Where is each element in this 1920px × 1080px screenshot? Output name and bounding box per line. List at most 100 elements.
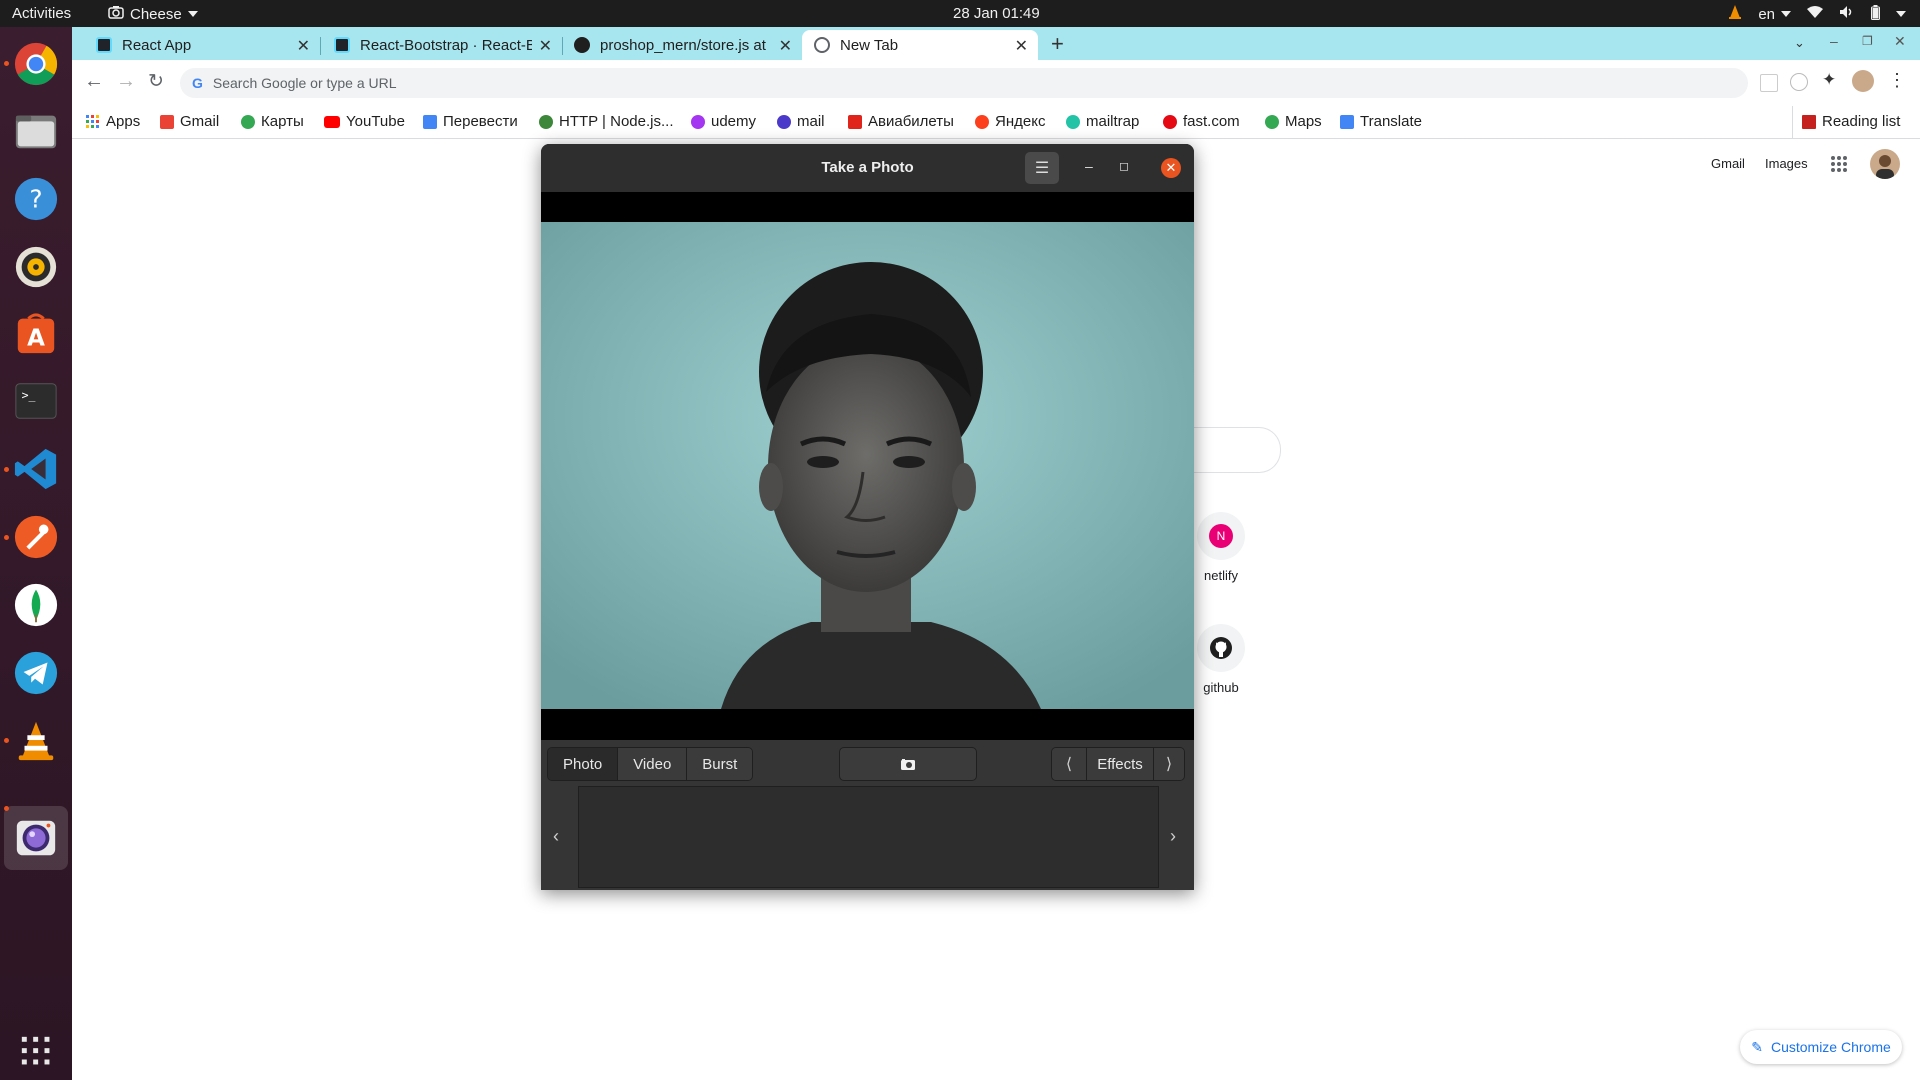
clock[interactable]: 28 Jan 01:49 bbox=[953, 5, 1040, 22]
bookmark-label: Карты bbox=[261, 113, 304, 130]
bookmark-translate[interactable]: Translate bbox=[1340, 113, 1422, 130]
take-photo-button[interactable] bbox=[839, 747, 977, 781]
effects-prev-icon[interactable]: ⟨ bbox=[1052, 748, 1087, 780]
help-icon[interactable]: ? bbox=[12, 175, 60, 223]
thumbnail-area[interactable] bbox=[578, 786, 1159, 888]
tab-search-chevron-icon[interactable]: ⌄ bbox=[1794, 35, 1805, 51]
vlc-tray-icon[interactable] bbox=[1728, 4, 1742, 24]
bookmark-label: mailtrap bbox=[1086, 113, 1140, 130]
extension-icon[interactable] bbox=[1790, 73, 1808, 91]
system-tray[interactable]: en bbox=[1728, 4, 1906, 24]
running-indicator bbox=[4, 467, 9, 472]
bookmark-perevesti[interactable]: Перевести bbox=[423, 113, 518, 130]
cheese-action-bar: Photo Video Burst ⟨ Effects ⟩ bbox=[541, 740, 1194, 786]
minimize-icon[interactable]: – bbox=[1085, 158, 1093, 174]
back-icon[interactable]: ← bbox=[84, 70, 104, 93]
postman-icon[interactable] bbox=[12, 513, 60, 561]
bookmark-nodejs[interactable]: HTTP | Node.js... bbox=[539, 113, 674, 130]
keyboard-layout[interactable]: en bbox=[1758, 6, 1791, 23]
close-icon[interactable]: ✕ bbox=[1161, 158, 1181, 178]
tab-title: proshop_mern/store.js at bbox=[600, 36, 766, 54]
close-icon[interactable]: ✕ bbox=[539, 36, 552, 56]
mode-burst-button[interactable]: Burst bbox=[687, 748, 753, 780]
bookmark-label: Авиабилеты bbox=[868, 113, 954, 130]
images-link[interactable]: Images bbox=[1765, 156, 1808, 171]
tab-react-app[interactable]: React App ✕ bbox=[84, 30, 320, 60]
profile-avatar[interactable] bbox=[1852, 70, 1874, 92]
thumbnail-strip: ‹ › bbox=[541, 786, 1194, 890]
cheese-icon[interactable] bbox=[12, 814, 60, 862]
bookmark-apps[interactable]: Apps bbox=[86, 113, 140, 130]
bookmark-udemy[interactable]: udemy bbox=[691, 113, 756, 130]
new-tab-plus-icon[interactable]: + bbox=[1051, 31, 1064, 57]
bookmark-mail[interactable]: mail bbox=[777, 113, 825, 130]
bookmark-karty[interactable]: Карты bbox=[241, 113, 304, 130]
bookmark-yandex[interactable]: Яндекс bbox=[975, 113, 1045, 130]
app-menu[interactable]: Cheese bbox=[108, 5, 198, 23]
effects-next-icon[interactable]: ⟩ bbox=[1154, 748, 1184, 780]
bookmark-fastcom[interactable]: fast.com bbox=[1163, 113, 1240, 130]
wifi-icon bbox=[1807, 5, 1823, 23]
bookmark-gmail[interactable]: Gmail bbox=[160, 113, 219, 130]
extension-icon[interactable] bbox=[1760, 74, 1778, 92]
effects-button[interactable]: Effects bbox=[1087, 748, 1154, 780]
omnibox[interactable]: G Search Google or type a URL bbox=[180, 68, 1748, 98]
menu-kebab-icon[interactable]: ⋮ bbox=[1888, 70, 1906, 91]
files-icon[interactable] bbox=[12, 107, 60, 155]
app-menu-label: Cheese bbox=[130, 5, 182, 23]
chevron-left-icon[interactable]: ‹ bbox=[553, 826, 559, 847]
translate-icon bbox=[1340, 114, 1354, 129]
minimize-icon[interactable]: – bbox=[1830, 33, 1838, 49]
close-icon[interactable]: ✕ bbox=[297, 36, 310, 56]
restore-icon[interactable]: ❐ bbox=[1862, 34, 1873, 48]
terminal-icon[interactable]: >_ bbox=[12, 377, 60, 425]
github-icon bbox=[574, 37, 590, 53]
vlc-icon[interactable] bbox=[12, 717, 60, 765]
tab-proshop[interactable]: proshop_mern/store.js at ✕ bbox=[562, 30, 802, 60]
bookmark-label: Перевести bbox=[443, 113, 518, 130]
close-icon[interactable]: ✕ bbox=[779, 36, 792, 56]
running-indicator bbox=[4, 806, 9, 811]
activities-button[interactable]: Activities bbox=[12, 5, 71, 22]
reading-list-button[interactable]: Reading list bbox=[1802, 113, 1900, 130]
bookmark-label: udemy bbox=[711, 113, 757, 130]
tab-title: New Tab bbox=[840, 36, 899, 54]
telegram-icon[interactable] bbox=[12, 649, 60, 697]
mongodb-compass-icon[interactable] bbox=[12, 581, 60, 629]
mode-video-button[interactable]: Video bbox=[618, 748, 688, 780]
fastcom-icon bbox=[1163, 114, 1177, 129]
gmail-link[interactable]: Gmail bbox=[1711, 156, 1745, 171]
react-icon bbox=[96, 37, 112, 53]
show-applications-icon[interactable] bbox=[12, 1027, 60, 1075]
mode-photo-button[interactable]: Photo bbox=[548, 748, 619, 780]
chrome-tab-icon bbox=[814, 37, 830, 53]
bookmark-maps[interactable]: Maps bbox=[1265, 113, 1322, 130]
hamburger-menu-icon[interactable]: ☰ bbox=[1025, 152, 1059, 184]
tab-new-tab[interactable]: New Tab ✕ bbox=[802, 30, 1038, 60]
reading-list-label: Reading list bbox=[1822, 113, 1901, 130]
google-account-avatar[interactable] bbox=[1870, 149, 1900, 179]
bookmark-aviabilety[interactable]: Авиабилеты bbox=[848, 113, 954, 130]
cheese-window: Take a Photo ☰ – ◻ ✕ Photo Video Burst ⟨… bbox=[541, 144, 1194, 890]
chevron-right-icon[interactable]: › bbox=[1170, 826, 1176, 847]
bookmark-mailtrap[interactable]: mailtrap bbox=[1066, 113, 1139, 130]
chrome-icon[interactable] bbox=[12, 40, 60, 88]
google-g-icon: G bbox=[192, 75, 203, 91]
reload-icon[interactable]: ↻ bbox=[148, 70, 164, 93]
close-icon[interactable]: ✕ bbox=[1015, 36, 1028, 56]
extensions-puzzle-icon[interactable]: ✦ bbox=[1822, 70, 1836, 90]
system-menu-chevron-icon[interactable] bbox=[1896, 11, 1906, 17]
bookmark-label: YouTube bbox=[346, 113, 405, 130]
forward-icon[interactable]: → bbox=[116, 70, 136, 93]
rhythmbox-icon[interactable] bbox=[12, 243, 60, 291]
google-apps-icon[interactable] bbox=[1830, 155, 1848, 173]
mail-icon bbox=[777, 114, 791, 129]
vscode-icon[interactable] bbox=[12, 445, 60, 493]
bookmark-youtube[interactable]: YouTube bbox=[324, 113, 405, 130]
close-window-icon[interactable]: ✕ bbox=[1894, 33, 1906, 50]
mode-switcher: Photo Video Burst bbox=[547, 747, 754, 781]
tab-react-bootstrap[interactable]: React-Bootstrap · React-B ✕ bbox=[322, 30, 562, 60]
maximize-icon[interactable]: ◻ bbox=[1119, 159, 1129, 173]
app-center-icon[interactable]: A bbox=[12, 310, 60, 358]
customize-chrome-button[interactable]: ✎ Customize Chrome bbox=[1740, 1030, 1902, 1064]
